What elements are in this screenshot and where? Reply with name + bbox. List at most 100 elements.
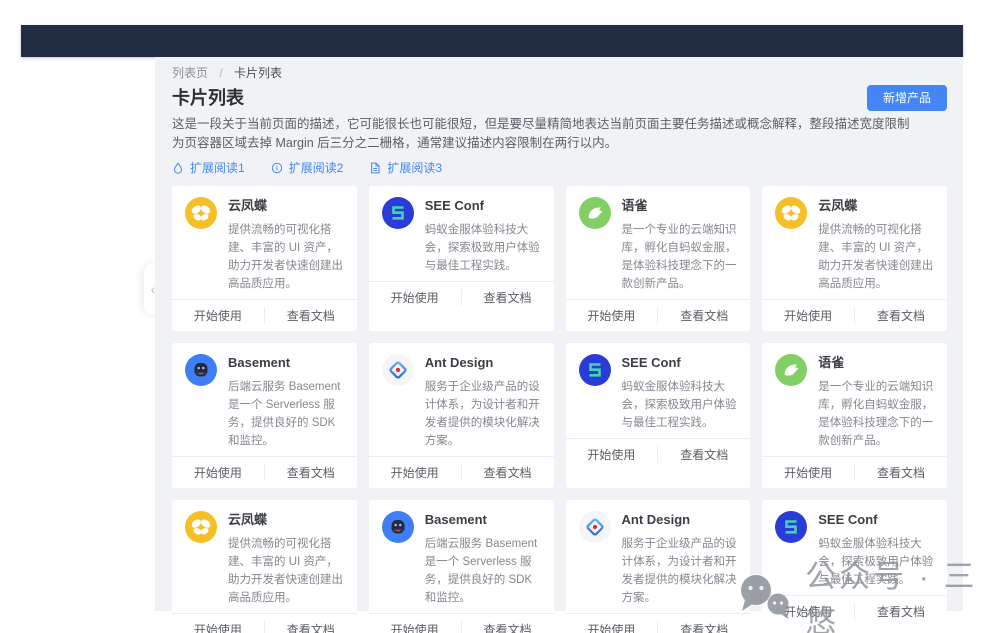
- product-card-description: 服务于企业级产品的设计体系，为设计者和开发者提供的模块化解决方案。: [425, 378, 541, 450]
- product-card-actions: 开始使用 查看文档: [369, 281, 554, 313]
- product-card-title: Basement: [228, 354, 344, 372]
- start-using-action[interactable]: 开始使用: [762, 300, 854, 331]
- product-card-actions: 开始使用 查看文档: [369, 613, 554, 633]
- drop-icon: [172, 162, 184, 174]
- product-card-description: 后端云服务 Basement 是一个 Serverless 服务，提供良好的 S…: [425, 535, 541, 607]
- product-card-actions: 开始使用 查看文档: [172, 299, 357, 331]
- page: ‹ 列表页 / 卡片列表 卡片列表 新增产品 这是一段关于当前页面的描述，它可能…: [0, 0, 1000, 633]
- diamond-dot-icon: [382, 354, 414, 386]
- view-docs-action[interactable]: 查看文档: [265, 614, 357, 633]
- extended-reading-link-2[interactable]: 扩展阅读2: [271, 160, 344, 176]
- extended-reading-links: 扩展阅读1 扩展阅读2 扩展阅读3: [172, 160, 947, 176]
- product-card-actions: 开始使用 查看文档: [369, 456, 554, 488]
- product-card-description: 提供流畅的可视化搭建、丰富的 UI 资产，助力开发者快速创建出高品质应用。: [818, 221, 934, 293]
- product-card-actions: 开始使用 查看文档: [762, 456, 947, 488]
- product-card-title: 语雀: [622, 197, 738, 215]
- product-card-yunfengdie: 云凤蝶 提供流畅的可视化搭建、丰富的 UI 资产，助力开发者快速创建出高品质应用…: [172, 500, 357, 633]
- page-title: 卡片列表: [172, 87, 244, 109]
- product-card-basement: Basement 后端云服务 Basement 是一个 Serverless 服…: [369, 500, 554, 633]
- extended-reading-label: 扩展阅读2: [289, 160, 344, 176]
- start-using-action[interactable]: 开始使用: [172, 457, 264, 488]
- product-card-description: 提供流畅的可视化搭建、丰富的 UI 资产，助力开发者快速创建出高品质应用。: [228, 535, 344, 607]
- product-card-description: 是一个专业的云端知识库，孵化自蚂蚁金服，是体验科技理念下的一款创新产品。: [622, 221, 738, 293]
- product-card-description: 蚂蚁金服体验科技大会，探索极致用户体验与最佳工程实践。: [622, 378, 738, 432]
- seeconf-s-icon: [382, 197, 414, 229]
- seeconf-s-icon: [579, 354, 611, 386]
- breadcrumb-item-list-page[interactable]: 列表页: [172, 66, 208, 80]
- breadcrumb-item-card-list: 卡片列表: [234, 66, 282, 80]
- seeconf-s-icon: [775, 511, 807, 543]
- start-using-action[interactable]: 开始使用: [566, 300, 658, 331]
- view-docs-action[interactable]: 查看文档: [462, 614, 554, 633]
- product-card-actions: 开始使用 查看文档: [172, 456, 357, 488]
- butterfly-icon: [185, 511, 217, 543]
- add-product-button[interactable]: 新增产品: [867, 85, 947, 111]
- view-docs-action[interactable]: 查看文档: [658, 439, 750, 470]
- product-card-actions: 开始使用 查看文档: [566, 299, 751, 331]
- product-card-title: Ant Design: [622, 511, 738, 529]
- start-using-action[interactable]: 开始使用: [566, 439, 658, 470]
- product-card-title: Ant Design: [425, 354, 541, 372]
- product-card-title: Basement: [425, 511, 541, 529]
- extended-reading-link-3[interactable]: 扩展阅读3: [369, 160, 442, 176]
- product-card-title: 语雀: [818, 354, 934, 372]
- info-circle-icon: [271, 162, 283, 174]
- robot-icon: [382, 511, 414, 543]
- start-using-action[interactable]: 开始使用: [369, 614, 461, 633]
- product-card-basement: Basement 后端云服务 Basement 是一个 Serverless 服…: [172, 343, 357, 488]
- product-card-seeconf: SEE Conf 蚂蚁金服体验科技大会，探索极致用户体验与最佳工程实践。 开始使…: [369, 186, 554, 331]
- product-card-title: SEE Conf: [425, 197, 541, 215]
- bird-icon: [579, 197, 611, 229]
- product-card-description: 蚂蚁金服体验科技大会，探索极致用户体验与最佳工程实践。: [425, 221, 541, 275]
- product-card-antdesign: Ant Design 服务于企业级产品的设计体系，为设计者和开发者提供的模块化解…: [566, 500, 751, 633]
- product-card-title: 云凤蝶: [228, 197, 344, 215]
- view-docs-action[interactable]: 查看文档: [462, 282, 554, 313]
- wechat-bubbles-icon: [733, 571, 795, 621]
- extended-reading-link-1[interactable]: 扩展阅读1: [172, 160, 245, 176]
- product-card-actions: 开始使用 查看文档: [172, 613, 357, 633]
- product-card-seeconf: SEE Conf 蚂蚁金服体验科技大会，探索极致用户体验与最佳工程实践。 开始使…: [566, 343, 751, 488]
- product-card-description: 服务于企业级产品的设计体系，为设计者和开发者提供的模块化解决方案。: [622, 535, 738, 607]
- product-card-title: 云凤蝶: [818, 197, 934, 215]
- product-card-title: SEE Conf: [818, 511, 934, 529]
- product-card-yuque: 语雀 是一个专业的云端知识库，孵化自蚂蚁金服，是体验科技理念下的一款创新产品。 …: [762, 343, 947, 488]
- view-docs-action[interactable]: 查看文档: [462, 457, 554, 488]
- start-using-action[interactable]: 开始使用: [369, 282, 461, 313]
- view-docs-action[interactable]: 查看文档: [855, 300, 947, 331]
- product-card-actions: 开始使用 查看文档: [762, 299, 947, 331]
- diamond-dot-icon: [579, 511, 611, 543]
- product-card-title: SEE Conf: [622, 354, 738, 372]
- view-docs-action[interactable]: 查看文档: [265, 457, 357, 488]
- butterfly-icon: [185, 197, 217, 229]
- breadcrumb: 列表页 / 卡片列表: [172, 65, 947, 81]
- product-card-yuque: 语雀 是一个专业的云端知识库，孵化自蚂蚁金服，是体验科技理念下的一款创新产品。 …: [566, 186, 751, 331]
- watermark: 公众号 · 三悠: [733, 551, 1000, 633]
- product-card-actions: 开始使用 查看文档: [566, 438, 751, 470]
- robot-icon: [185, 354, 217, 386]
- butterfly-icon: [775, 197, 807, 229]
- product-card-yunfengdie: 云凤蝶 提供流畅的可视化搭建、丰富的 UI 资产，助力开发者快速创建出高品质应用…: [762, 186, 947, 331]
- start-using-action[interactable]: 开始使用: [369, 457, 461, 488]
- main-content: 列表页 / 卡片列表 卡片列表 新增产品 这是一段关于当前页面的描述，它可能很长…: [155, 57, 963, 611]
- top-navbar: [21, 25, 963, 57]
- product-card-antdesign: Ant Design 服务于企业级产品的设计体系，为设计者和开发者提供的模块化解…: [369, 343, 554, 488]
- product-card-title: 云凤蝶: [228, 511, 344, 529]
- page-description: 这是一段关于当前页面的描述，它可能很长也可能很短，但是要尽量精简地表达当前页面主…: [172, 115, 914, 152]
- view-docs-action[interactable]: 查看文档: [265, 300, 357, 331]
- view-docs-action[interactable]: 查看文档: [855, 457, 947, 488]
- page-header: 卡片列表 新增产品: [172, 85, 947, 111]
- product-card-actions: 开始使用 查看文档: [566, 613, 751, 633]
- extended-reading-label: 扩展阅读1: [190, 160, 245, 176]
- start-using-action[interactable]: 开始使用: [566, 614, 658, 633]
- start-using-action[interactable]: 开始使用: [172, 614, 264, 633]
- breadcrumb-separator: /: [219, 66, 222, 80]
- bird-icon: [775, 354, 807, 386]
- view-docs-action[interactable]: 查看文档: [658, 300, 750, 331]
- start-using-action[interactable]: 开始使用: [762, 457, 854, 488]
- product-card-description: 后端云服务 Basement 是一个 Serverless 服务，提供良好的 S…: [228, 378, 344, 450]
- product-card-yunfengdie: 云凤蝶 提供流畅的可视化搭建、丰富的 UI 资产，助力开发者快速创建出高品质应用…: [172, 186, 357, 331]
- watermark-text: 公众号 · 三悠: [805, 551, 1000, 633]
- file-text-icon: [369, 162, 381, 174]
- start-using-action[interactable]: 开始使用: [172, 300, 264, 331]
- extended-reading-label: 扩展阅读3: [387, 160, 442, 176]
